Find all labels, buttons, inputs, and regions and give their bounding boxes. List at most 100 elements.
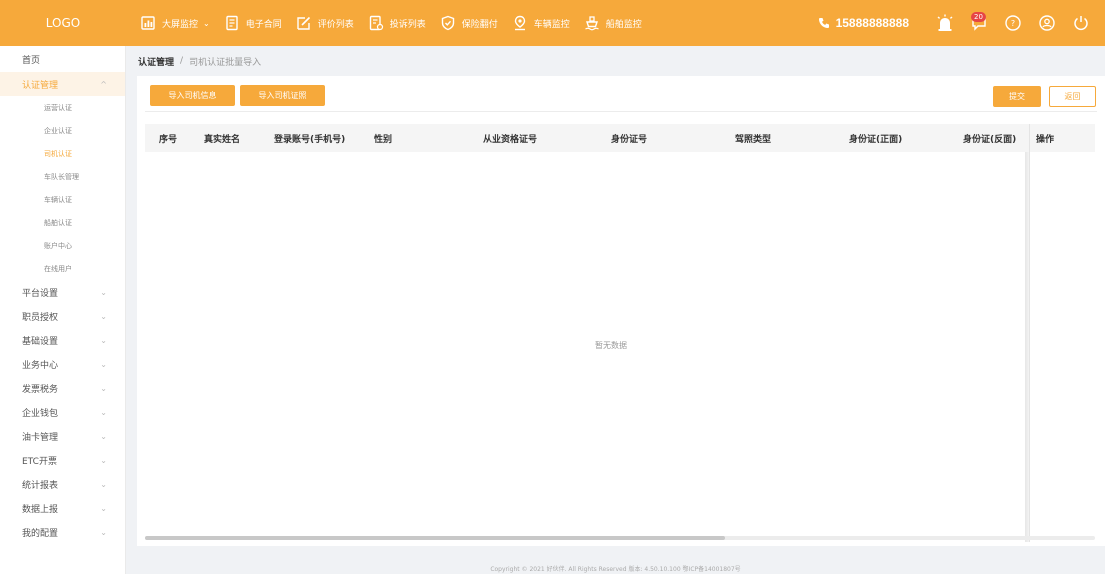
copyright-text: Copyright © 2021 好伙伴. All Rights Reserve… — [490, 566, 741, 573]
fixed-column-border — [1029, 124, 1030, 542]
column-header: 驾照类型 — [735, 134, 772, 145]
nav-item-contract[interactable]: 电子合同 — [224, 15, 282, 31]
sidebar-group-item[interactable]: 基础设置 ⌄ — [0, 328, 125, 352]
column-header: 从业资格证号 — [483, 134, 538, 145]
complaint-icon — [368, 15, 384, 31]
sidebar-item-home[interactable]: 首页 — [0, 46, 125, 72]
chevron-down-icon: ⌄ — [203, 18, 210, 28]
breadcrumb: 认证管理 / 司机认证批量导入 — [126, 46, 1105, 76]
sidebar-group-item[interactable]: 平台设置 ⌄ — [0, 280, 125, 304]
message-count-badge: 20 — [971, 12, 986, 22]
nav-item-complaint[interactable]: 投诉列表 — [368, 15, 426, 31]
nav-item-review[interactable]: 评价列表 — [296, 15, 354, 31]
sidebar-group-label: 业务中心 — [22, 360, 59, 371]
sidebar-subitem-driver-auth[interactable]: 司机认证 — [0, 142, 125, 165]
sidebar-group-label: 我的配置 — [22, 528, 59, 539]
user-icon[interactable] — [1037, 13, 1057, 33]
sidebar-item-auth[interactable]: 认证管理 ^ — [0, 72, 125, 96]
nav-item-vehicle-monitor[interactable]: 车辆监控 — [512, 15, 570, 31]
chevron-down-icon: ⌄ — [100, 287, 107, 297]
top-header: LOGO 大屏监控 ⌄ 电子合同 评价列表 投诉列表 保险翻付 车辆监控 船舶监… — [0, 0, 1105, 46]
toolbar-divider — [145, 111, 1097, 112]
column-header: 身份证号 — [611, 134, 648, 145]
logo[interactable]: LOGO — [0, 16, 126, 30]
sidebar-group-label: 企业钱包 — [22, 408, 59, 419]
main-card: 导入司机信息 导入司机证照 提交 返回 序号 真实姓名 登录账号(手机号) 性别… — [137, 76, 1105, 546]
dashboard-icon — [140, 15, 156, 31]
chevron-down-icon: ⌄ — [100, 503, 107, 513]
import-driver-info-button[interactable]: 导入司机信息 — [150, 85, 235, 106]
svg-text:?: ? — [1011, 19, 1015, 28]
scrollbar-thumb[interactable] — [145, 536, 725, 540]
edit-icon — [296, 15, 312, 31]
power-icon[interactable] — [1071, 13, 1091, 33]
help-icon[interactable]: ? — [1003, 13, 1023, 33]
top-nav: 大屏监控 ⌄ 电子合同 评价列表 投诉列表 保险翻付 车辆监控 船舶监控 — [126, 0, 656, 46]
footer: Copyright © 2021 好伙伴. All Rights Reserve… — [126, 564, 1105, 574]
phone-icon — [818, 18, 829, 28]
sidebar-subitem-ops-auth[interactable]: 运营认证 — [0, 96, 125, 119]
phone-number: 15888888888 — [818, 16, 909, 30]
back-button[interactable]: 返回 — [1049, 86, 1096, 107]
submit-button[interactable]: 提交 — [993, 86, 1041, 107]
shield-check-icon — [440, 15, 456, 31]
sidebar-group-item[interactable]: 油卡管理 ⌄ — [0, 424, 125, 448]
contract-icon — [224, 15, 240, 31]
sidebar-subitem-account-center[interactable]: 账户中心 — [0, 234, 125, 257]
chevron-down-icon: ⌄ — [100, 479, 107, 489]
sidebar-group-item[interactable]: 业务中心 ⌄ — [0, 352, 125, 376]
nav-item-big-screen[interactable]: 大屏监控 ⌄ — [140, 15, 210, 31]
horizontal-scrollbar[interactable] — [145, 536, 1095, 540]
sidebar-group-label: 职员授权 — [22, 312, 59, 323]
sidebar-group-item[interactable]: 发票税务 ⌄ — [0, 376, 125, 400]
breadcrumb-separator: / — [180, 56, 184, 66]
sidebar-subitem-company-auth[interactable]: 企业认证 — [0, 119, 125, 142]
header-right: 15888888888 20 ? — [818, 0, 1105, 46]
sidebar-subitem-online-users[interactable]: 在线用户 — [0, 257, 125, 280]
sidebar-group-list: 平台设置 ⌄ 职员授权 ⌄ 基础设置 ⌄ 业务中心 ⌄ 发票税务 ⌄ 企业钱包 ⌄ 油卡管理 ⌄ ETC开票… — [0, 280, 125, 544]
nav-item-insurance[interactable]: 保险翻付 — [440, 15, 498, 31]
sidebar-group-label: ETC开票 — [22, 456, 57, 467]
table-header: 序号 真实姓名 登录账号(手机号) 性别 从业资格证号 身份证号 驾照类型 身份… — [145, 124, 1095, 152]
column-header: 操作 — [1036, 134, 1055, 145]
location-pin-icon — [512, 15, 528, 31]
nav-label: 电子合同 — [245, 19, 282, 30]
breadcrumb-parent[interactable]: 认证管理 — [138, 55, 174, 68]
sidebar-subitem-fleet-captain[interactable]: 车队长管理 — [0, 165, 125, 188]
nav-label: 保险翻付 — [461, 19, 498, 30]
chevron-down-icon: ⌄ — [100, 431, 107, 441]
breadcrumb-current: 司机认证批量导入 — [189, 57, 262, 68]
sidebar-group-item[interactable]: 统计报表 ⌄ — [0, 472, 125, 496]
nav-label: 船舶监控 — [605, 19, 642, 30]
sidebar-subitem-vehicle-auth[interactable]: 车辆认证 — [0, 188, 125, 211]
column-header: 性别 — [374, 134, 393, 145]
column-header: 身份证(正面) — [849, 134, 903, 145]
sidebar-subitem-ship-auth[interactable]: 船舶认证 — [0, 211, 125, 234]
sidebar-group-label: 数据上报 — [22, 504, 59, 515]
empty-table-text: 暂无数据 — [595, 341, 627, 350]
nav-item-ship-monitor[interactable]: 船舶监控 — [584, 15, 642, 31]
column-header: 登录账号(手机号) — [274, 134, 346, 145]
chevron-down-icon: ⌄ — [100, 407, 107, 417]
ship-icon — [584, 15, 600, 31]
sidebar-group-label: 平台设置 — [22, 288, 59, 299]
chevron-down-icon: ⌄ — [100, 359, 107, 369]
chevron-up-icon: ^ — [100, 79, 107, 89]
chevron-down-icon: ⌄ — [100, 455, 107, 465]
sidebar-group-label: 发票税务 — [22, 384, 59, 395]
message-icon[interactable]: 20 — [969, 12, 989, 33]
sidebar: 首页 认证管理 ^ 运营认证 企业认证 司机认证 车队长管理 车辆认证 船舶认证… — [0, 46, 126, 574]
chevron-down-icon: ⌄ — [100, 383, 107, 393]
sidebar-group-item[interactable]: 企业钱包 ⌄ — [0, 400, 125, 424]
alarm-icon[interactable] — [935, 13, 955, 33]
column-header: 身份证(反面) — [963, 134, 1017, 145]
import-driver-cert-button[interactable]: 导入司机证照 — [240, 85, 325, 106]
nav-label: 评价列表 — [317, 19, 354, 30]
sidebar-group-item[interactable]: ETC开票 ⌄ — [0, 448, 125, 472]
chevron-down-icon: ⌄ — [100, 311, 107, 321]
nav-label: 车辆监控 — [533, 19, 570, 30]
column-header: 真实姓名 — [204, 134, 241, 145]
sidebar-group-item[interactable]: 数据上报 ⌄ — [0, 496, 125, 520]
sidebar-group-item[interactable]: 我的配置 ⌄ — [0, 520, 125, 544]
sidebar-group-item[interactable]: 职员授权 ⌄ — [0, 304, 125, 328]
